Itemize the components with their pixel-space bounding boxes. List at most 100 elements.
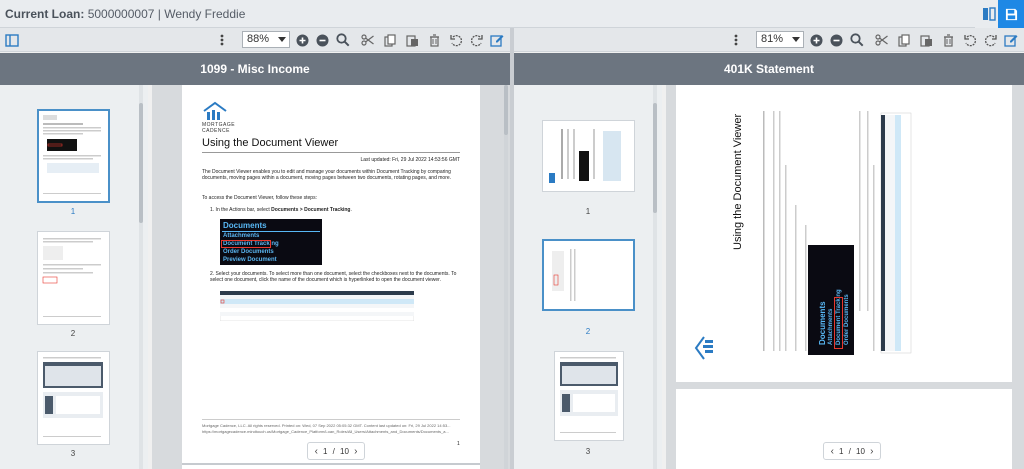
right-cut-button[interactable] (874, 31, 890, 49)
right-thumbnail-2[interactable] (542, 239, 635, 311)
search-icon (850, 33, 864, 47)
chevron-down-icon (792, 37, 800, 42)
edit-icon (1004, 35, 1018, 47)
pager-separator: / (332, 446, 335, 456)
chevron-down-icon (278, 37, 286, 42)
left-cut-button[interactable] (360, 31, 376, 49)
left-search-button[interactable] (335, 31, 351, 49)
step-1-suffix: . (350, 207, 352, 213)
left-rotate-right-button[interactable] (468, 31, 484, 49)
page-thumbnail-image (546, 243, 631, 307)
rotated-document-heading: Using the Document Viewer (732, 113, 744, 250)
split-view-icon (983, 7, 996, 21)
left-thumbnail-1[interactable] (37, 109, 110, 203)
prev-page-button[interactable]: ‹ (831, 446, 834, 457)
left-page-navigator: ‹ 1 / 10 › (307, 442, 365, 460)
left-zoom-value: 88% (247, 33, 270, 45)
save-icon (1005, 8, 1017, 20)
menu-item-preview-document: Preview Document (223, 257, 277, 263)
next-page-button[interactable]: › (354, 446, 357, 457)
copy-icon (897, 33, 910, 47)
right-thumbnail-3[interactable] (554, 351, 624, 441)
page-thumbnail-image (43, 357, 103, 437)
left-thumbnail-2[interactable] (37, 231, 110, 325)
left-zoom-out-button[interactable] (314, 31, 330, 49)
pager-separator: / (848, 446, 851, 456)
left-thumbnail-2-label: 2 (70, 329, 76, 338)
right-rotate-left-button[interactable] (962, 31, 978, 49)
left-thumbnail-3-label: 3 (70, 449, 76, 458)
left-toolbar: 88% (0, 28, 510, 52)
page-thumbnail-image (545, 123, 632, 189)
right-copy-button[interactable] (896, 31, 912, 49)
rotated-document-page: Using the Document Viewer Documents Atta… (676, 85, 1012, 382)
menu-header: Documents (223, 221, 267, 230)
right-zoom-out-button[interactable] (828, 31, 844, 49)
current-loan-title: Current Loan: 5000000007 | Wendy Freddie (5, 7, 245, 21)
left-zoom-select[interactable]: 88% (242, 31, 290, 48)
right-rotate-right-button[interactable] (982, 31, 998, 49)
next-page-button[interactable]: › (870, 446, 873, 457)
left-rotate-left-button[interactable] (448, 31, 464, 49)
rotated-menu-item-3: Order Documents (844, 294, 850, 345)
right-zoom-in-button[interactable] (808, 31, 824, 49)
menu-divider (222, 231, 320, 232)
step-1-text: 1. In the Actions bar, select Documents … (210, 207, 460, 213)
menu-item-order-documents: Order Documents (223, 249, 274, 255)
document-heading: Using the Document Viewer (202, 137, 339, 149)
left-document-viewer[interactable]: MORTGAGE CADENCE Using the Document View… (152, 85, 510, 469)
right-toolbar: 81% (514, 28, 1024, 52)
rotate-left-icon (449, 34, 462, 46)
left-delete-button[interactable] (426, 31, 442, 49)
trash-icon (429, 33, 439, 47)
right-page-navigator: ‹ 1 / 10 › (823, 442, 881, 460)
more-vertical-icon (220, 34, 224, 46)
left-more-button[interactable] (214, 31, 230, 49)
right-thumbnail-scrollbar[interactable] (653, 85, 657, 469)
step-1-bold: Documents > Document Tracking (271, 207, 351, 213)
left-copy-button[interactable] (382, 31, 398, 49)
left-thumbnail-3[interactable] (37, 351, 110, 445)
right-pane-title: 401K Statement (514, 53, 1024, 85)
scrollbar-thumb[interactable] (653, 103, 657, 213)
right-more-button[interactable] (728, 31, 744, 49)
documents-menu-image: Documents Attachments Document Tracking … (220, 219, 322, 265)
left-panel-toggle-button[interactable] (4, 31, 20, 49)
mortgage-cadence-logo-icon (203, 101, 227, 120)
right-thumbnail-2-label: 2 (585, 327, 591, 336)
menu-item-attachments: Attachments (223, 233, 260, 239)
left-thumbnail-panel: 1 2 3 (0, 85, 148, 469)
left-thumbnail-scrollbar[interactable] (139, 85, 143, 469)
page-thumbnail-image (560, 357, 618, 433)
right-delete-button[interactable] (940, 31, 956, 49)
left-paste-button[interactable] (404, 31, 420, 49)
access-paragraph: To access the Document Viewer, follow th… (202, 195, 317, 201)
right-thumbnail-panel: 1 2 3 (514, 85, 662, 469)
right-thumbnail-1[interactable] (542, 120, 635, 192)
left-zoom-in-button[interactable] (294, 31, 310, 49)
next-page-preview (182, 463, 480, 469)
right-total-pages: 10 (856, 446, 865, 456)
right-current-page[interactable]: 1 (839, 447, 843, 456)
highlight-box (834, 297, 843, 349)
zoom-in-icon (296, 34, 308, 46)
search-icon (336, 33, 350, 47)
document-page: MORTGAGE CADENCE Using the Document View… (182, 85, 480, 469)
scissors-icon (361, 34, 374, 46)
copy-icon (383, 33, 396, 47)
right-document-viewer[interactable]: Using the Document Viewer Documents Atta… (666, 85, 1024, 469)
prev-page-button[interactable]: ‹ (315, 446, 318, 457)
right-zoom-select[interactable]: 81% (756, 31, 804, 48)
save-button[interactable] (998, 0, 1024, 28)
right-paste-button[interactable] (918, 31, 934, 49)
rotated-menu-header: Documents (818, 301, 827, 345)
left-viewer-scrollbar[interactable] (504, 85, 508, 469)
right-search-button[interactable] (849, 31, 865, 49)
left-current-page[interactable]: 1 (323, 447, 327, 456)
step-1-prefix: 1. In the Actions bar, select (210, 207, 272, 213)
left-edit-button[interactable] (489, 31, 505, 49)
scrollbar-thumb[interactable] (139, 103, 143, 223)
top-bar: Current Loan: 5000000007 | Wendy Freddie (0, 0, 1024, 28)
right-edit-button[interactable] (1003, 31, 1019, 49)
scrollbar-thumb[interactable] (504, 85, 508, 135)
